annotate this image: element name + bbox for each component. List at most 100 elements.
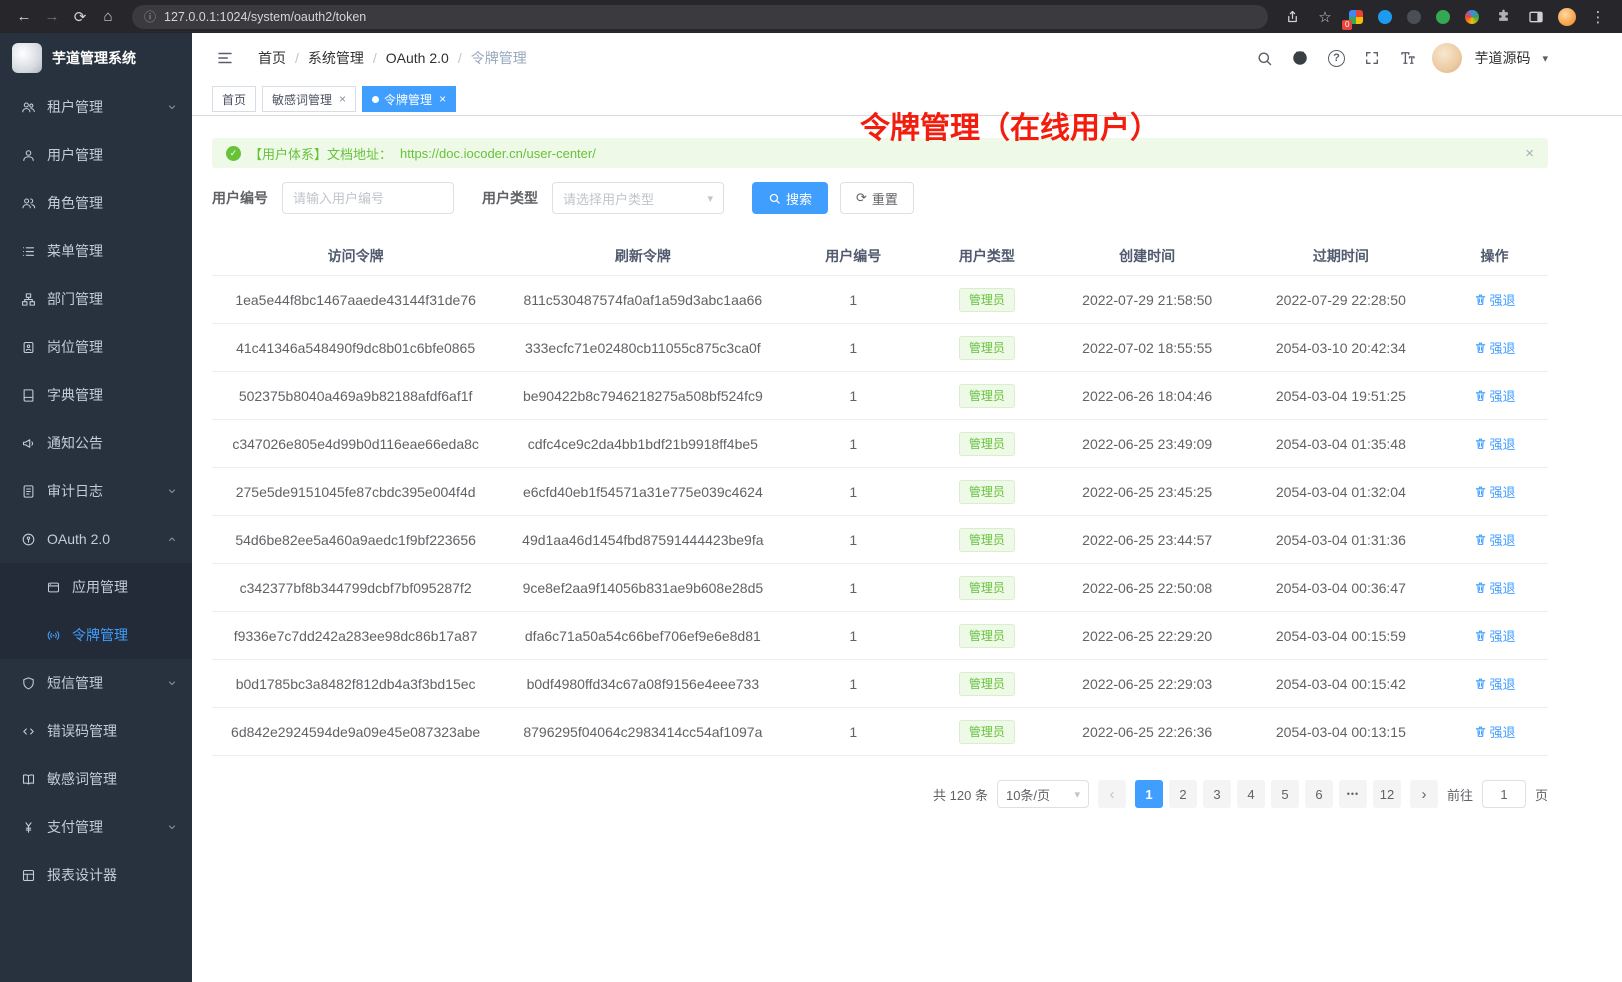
user-name[interactable]: 芋道源码 xyxy=(1474,48,1530,68)
extension-dark-icon[interactable] xyxy=(1402,4,1426,30)
sidebar-item-notice[interactable]: 通知公告 xyxy=(0,419,192,467)
force-logout-button[interactable]: 强退 xyxy=(1474,482,1516,501)
force-logout-button[interactable]: 强退 xyxy=(1474,386,1516,405)
user-id-input[interactable] xyxy=(282,182,454,214)
user-type-tag: 管理员 xyxy=(959,432,1015,456)
force-logout-button[interactable]: 强退 xyxy=(1474,578,1516,597)
browser-profile-avatar[interactable] xyxy=(1555,4,1579,30)
extension-blue-icon[interactable] xyxy=(1373,4,1397,30)
trash-icon xyxy=(1474,485,1487,498)
user-type-select[interactable]: 请选择用户类型 ▾ xyxy=(552,182,724,214)
breadcrumb-item[interactable]: OAuth 2.0 xyxy=(386,50,449,66)
extension-green-icon[interactable] xyxy=(1431,4,1455,30)
sidebar-item-pay[interactable]: 支付管理 xyxy=(0,803,192,851)
force-logout-button[interactable]: 强退 xyxy=(1474,530,1516,549)
prev-page-button[interactable]: ‹ xyxy=(1098,780,1126,808)
breadcrumb-item[interactable]: 首页 xyxy=(258,48,286,68)
search-button[interactable]: 搜索 xyxy=(752,182,828,214)
page-button[interactable]: 4 xyxy=(1237,780,1265,808)
page-size-select[interactable]: 10条/页 ▾ xyxy=(997,780,1089,808)
force-logout-button[interactable]: 强退 xyxy=(1474,722,1516,741)
sidebar-item-user[interactable]: 用户管理 xyxy=(0,131,192,179)
share-icon[interactable] xyxy=(1278,4,1306,30)
fullscreen-icon[interactable] xyxy=(1360,46,1384,70)
caret-down-icon[interactable]: ▾ xyxy=(1542,52,1548,65)
main-panel: 首页 / 系统管理 / OAuth 2.0 / 令牌管理 ? xyxy=(192,33,1622,982)
page-button[interactable]: 2 xyxy=(1169,780,1197,808)
reload-icon[interactable]: ⟳ xyxy=(66,4,94,30)
page-button[interactable]: 6 xyxy=(1305,780,1333,808)
sidebar-item-audit-log[interactable]: 审计日志 xyxy=(0,467,192,515)
page-button[interactable]: 3 xyxy=(1203,780,1231,808)
action-cell: 强退 xyxy=(1441,674,1548,693)
forward-icon[interactable]: → xyxy=(38,4,66,30)
sidebar-item-post[interactable]: 岗位管理 xyxy=(0,323,192,371)
force-logout-button[interactable]: 强退 xyxy=(1474,290,1516,309)
pagination: 共 120 条 10条/页 ▾ ‹ 123456•••12 › 前往 页 xyxy=(212,780,1548,808)
chevron-down-icon xyxy=(166,677,178,689)
sidebar-item-oauth-token[interactable]: 令牌管理 xyxy=(0,611,192,659)
page-button[interactable]: 5 xyxy=(1271,780,1299,808)
sidebar-item-dept[interactable]: 部门管理 xyxy=(0,275,192,323)
search-icon[interactable] xyxy=(1252,46,1276,70)
page-button[interactable]: 12 xyxy=(1373,780,1401,808)
home-icon[interactable]: ⌂ xyxy=(94,4,122,30)
github-icon[interactable] xyxy=(1288,46,1312,70)
trash-icon xyxy=(1474,437,1487,450)
force-logout-button[interactable]: 强退 xyxy=(1474,338,1516,357)
breadcrumb-item[interactable]: 系统管理 xyxy=(308,48,364,68)
goto-page-input[interactable] xyxy=(1482,780,1526,808)
sidebar-item-dict[interactable]: 字典管理 xyxy=(0,371,192,419)
back-icon[interactable]: ← xyxy=(10,4,38,30)
tab-token[interactable]: 令牌管理 × xyxy=(362,86,456,112)
page-button[interactable]: 1 xyxy=(1135,780,1163,808)
alert-text: 【用户体系】文档地址： xyxy=(249,144,392,163)
doc-link[interactable]: https://doc.iocoder.cn/user-center/ xyxy=(400,146,596,161)
refresh-token-cell: be90422b8c7946218275a508bf524fc9 xyxy=(499,388,786,404)
sidebar-item-sms[interactable]: 短信管理 xyxy=(0,659,192,707)
user-avatar[interactable] xyxy=(1432,43,1462,73)
sidebar-item-role[interactable]: 角色管理 xyxy=(0,179,192,227)
sidebar-item-error-code[interactable]: 错误码管理 xyxy=(0,707,192,755)
sidebar-item-report-designer[interactable]: 报表设计器 xyxy=(0,851,192,899)
sidebar-item-oauth[interactable]: OAuth 2.0 xyxy=(0,515,192,563)
user-type-cell: 管理员 xyxy=(920,672,1054,696)
font-size-icon[interactable] xyxy=(1396,46,1420,70)
sidebar-item-label: 短信管理 xyxy=(47,673,155,693)
bookmark-star-icon[interactable]: ☆ xyxy=(1311,4,1339,30)
reset-button[interactable]: ⟳ 重置 xyxy=(840,182,914,214)
tab-sensitive-word[interactable]: 敏感词管理 × xyxy=(262,86,356,112)
close-icon[interactable]: × xyxy=(339,92,346,106)
force-logout-button[interactable]: 强退 xyxy=(1474,434,1516,453)
sidebar-item-oauth-app[interactable]: 应用管理 xyxy=(0,563,192,611)
sidebar-item-sensitive-word[interactable]: 敏感词管理 xyxy=(0,755,192,803)
extension-grid-icon[interactable]: 0 xyxy=(1344,4,1368,30)
alert-close-icon[interactable]: × xyxy=(1525,145,1534,162)
expire-time-cell: 2022-07-29 22:28:50 xyxy=(1241,292,1441,308)
collapse-sidebar-button[interactable] xyxy=(212,45,238,71)
extension-rainbow-icon[interactable] xyxy=(1460,4,1484,30)
force-logout-button[interactable]: 强退 xyxy=(1474,626,1516,645)
app-logo[interactable]: 芋道管理系统 xyxy=(0,33,192,83)
force-logout-button[interactable]: 强退 xyxy=(1474,674,1516,693)
page-more-button[interactable]: ••• xyxy=(1339,780,1367,808)
token-table: 访问令牌刷新令牌用户编号用户类型创建时间过期时间操作 1ea5e44f8bc14… xyxy=(212,236,1548,756)
sidebar-item-tenant[interactable]: 租户管理 xyxy=(0,83,192,131)
notice-megaphone-icon xyxy=(21,436,36,451)
browser-menu-icon[interactable]: ⋮ xyxy=(1584,4,1612,30)
site-info-icon[interactable]: ⓘ xyxy=(144,8,156,25)
side-panel-icon[interactable] xyxy=(1522,4,1550,30)
tab-home[interactable]: 首页 xyxy=(212,86,256,112)
created-time-cell: 2022-06-25 23:49:09 xyxy=(1054,436,1241,452)
caret-down-icon: ▾ xyxy=(707,192,713,205)
close-icon[interactable]: × xyxy=(439,92,446,106)
help-icon[interactable]: ? xyxy=(1324,46,1348,70)
sidebar-item-menu[interactable]: 菜单管理 xyxy=(0,227,192,275)
next-page-button[interactable]: › xyxy=(1410,780,1438,808)
sms-shield-icon xyxy=(21,676,36,691)
extensions-puzzle-icon[interactable] xyxy=(1489,4,1517,30)
created-time-cell: 2022-06-25 22:29:03 xyxy=(1054,676,1241,692)
url-bar[interactable]: ⓘ 127.0.0.1:1024/system/oauth2/token xyxy=(132,5,1268,29)
column-header: 操作 xyxy=(1441,246,1548,266)
user-type-tag: 管理员 xyxy=(959,624,1015,648)
